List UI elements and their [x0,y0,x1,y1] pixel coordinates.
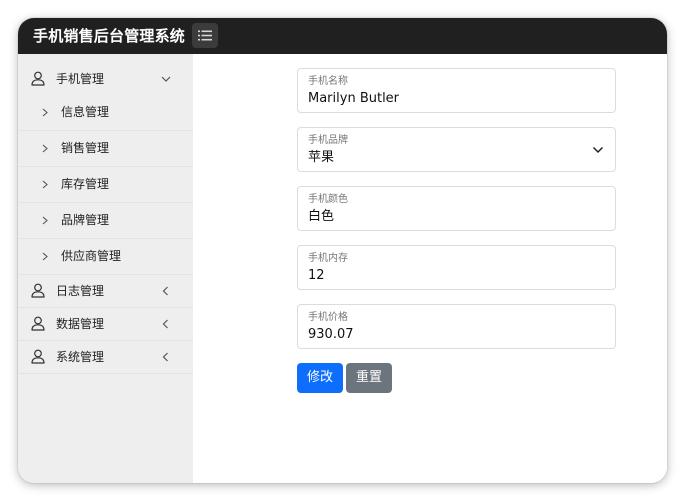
sidebar-item-brand-management[interactable]: 品牌管理 [18,203,193,239]
chevron-right-icon [42,252,48,261]
sidebar: 手机管理 信息管理 销售管理 库存管理 品牌管理 供应商管理 日志管理 数据管理… [18,54,193,483]
sidebar-group-label: 手机管理 [56,72,105,86]
sidebar-item-label: 品牌管理 [61,213,110,227]
list-icon [198,30,212,41]
sidebar-item-label: 库存管理 [61,177,110,191]
sidebar-group-log-management[interactable]: 日志管理 [18,275,193,308]
main-content: 手机名称 Marilyn Butler 手机品牌 苹果 手机颜色 白色 手机内存… [193,54,667,483]
chevron-right-icon [42,216,48,225]
chevron-right-icon [42,108,48,117]
sidebar-group-label: 数据管理 [56,317,105,331]
sidebar-item-supplier-management[interactable]: 供应商管理 [18,239,193,275]
phone-name-field[interactable]: 手机名称 Marilyn Butler [297,68,616,113]
app-title: 手机销售后台管理系统 [33,27,186,45]
field-value[interactable]: 苹果 [308,150,334,166]
chevron-right-icon [42,144,48,153]
field-label: 手机名称 [308,76,348,87]
modify-button[interactable]: 修改 [297,363,343,393]
top-navbar: 手机销售后台管理系统 [18,18,667,54]
reset-button[interactable]: 重置 [346,363,392,393]
phone-memory-field[interactable]: 手机内存 12 [297,245,616,290]
sidebar-item-inventory-management[interactable]: 库存管理 [18,167,193,203]
sidebar-toggle-button[interactable] [192,23,218,48]
chevron-left-icon [162,319,168,329]
user-icon [31,71,45,86]
sidebar-item-label: 信息管理 [61,105,110,119]
field-label: 手机颜色 [308,194,348,205]
chevron-right-icon [42,180,48,189]
sidebar-group-phone-management[interactable]: 手机管理 [18,63,193,95]
field-value[interactable]: 930.07 [308,327,354,343]
user-icon [31,316,45,331]
sidebar-item-label: 供应商管理 [61,249,122,263]
field-label: 手机品牌 [308,135,348,146]
sidebar-group-system-management[interactable]: 系统管理 [18,341,193,374]
user-icon [31,349,45,364]
sidebar-item-info-management[interactable]: 信息管理 [18,95,193,131]
sidebar-group-label: 日志管理 [56,284,105,298]
field-value[interactable]: 白色 [308,209,334,225]
chevron-down-icon [161,76,171,82]
sidebar-group-label: 系统管理 [56,350,105,364]
field-value[interactable]: Marilyn Butler [308,91,399,107]
chevron-left-icon [162,352,168,362]
phone-color-field[interactable]: 手机颜色 白色 [297,186,616,231]
chevron-left-icon [162,286,168,296]
field-label: 手机内存 [308,253,348,264]
sidebar-group-data-management[interactable]: 数据管理 [18,308,193,341]
phone-brand-select[interactable]: 手机品牌 苹果 [297,127,616,172]
user-icon [31,283,45,298]
phone-price-field[interactable]: 手机价格 930.07 [297,304,616,349]
sidebar-item-sales-management[interactable]: 销售管理 [18,131,193,167]
field-value[interactable]: 12 [308,268,325,284]
sidebar-item-label: 销售管理 [61,141,110,155]
field-label: 手机价格 [308,312,348,323]
chevron-down-icon [592,146,604,154]
app-window: 手机销售后台管理系统 手机管理 信息管理 销售管理 库存管理 品牌管理 供应商管… [18,18,667,483]
